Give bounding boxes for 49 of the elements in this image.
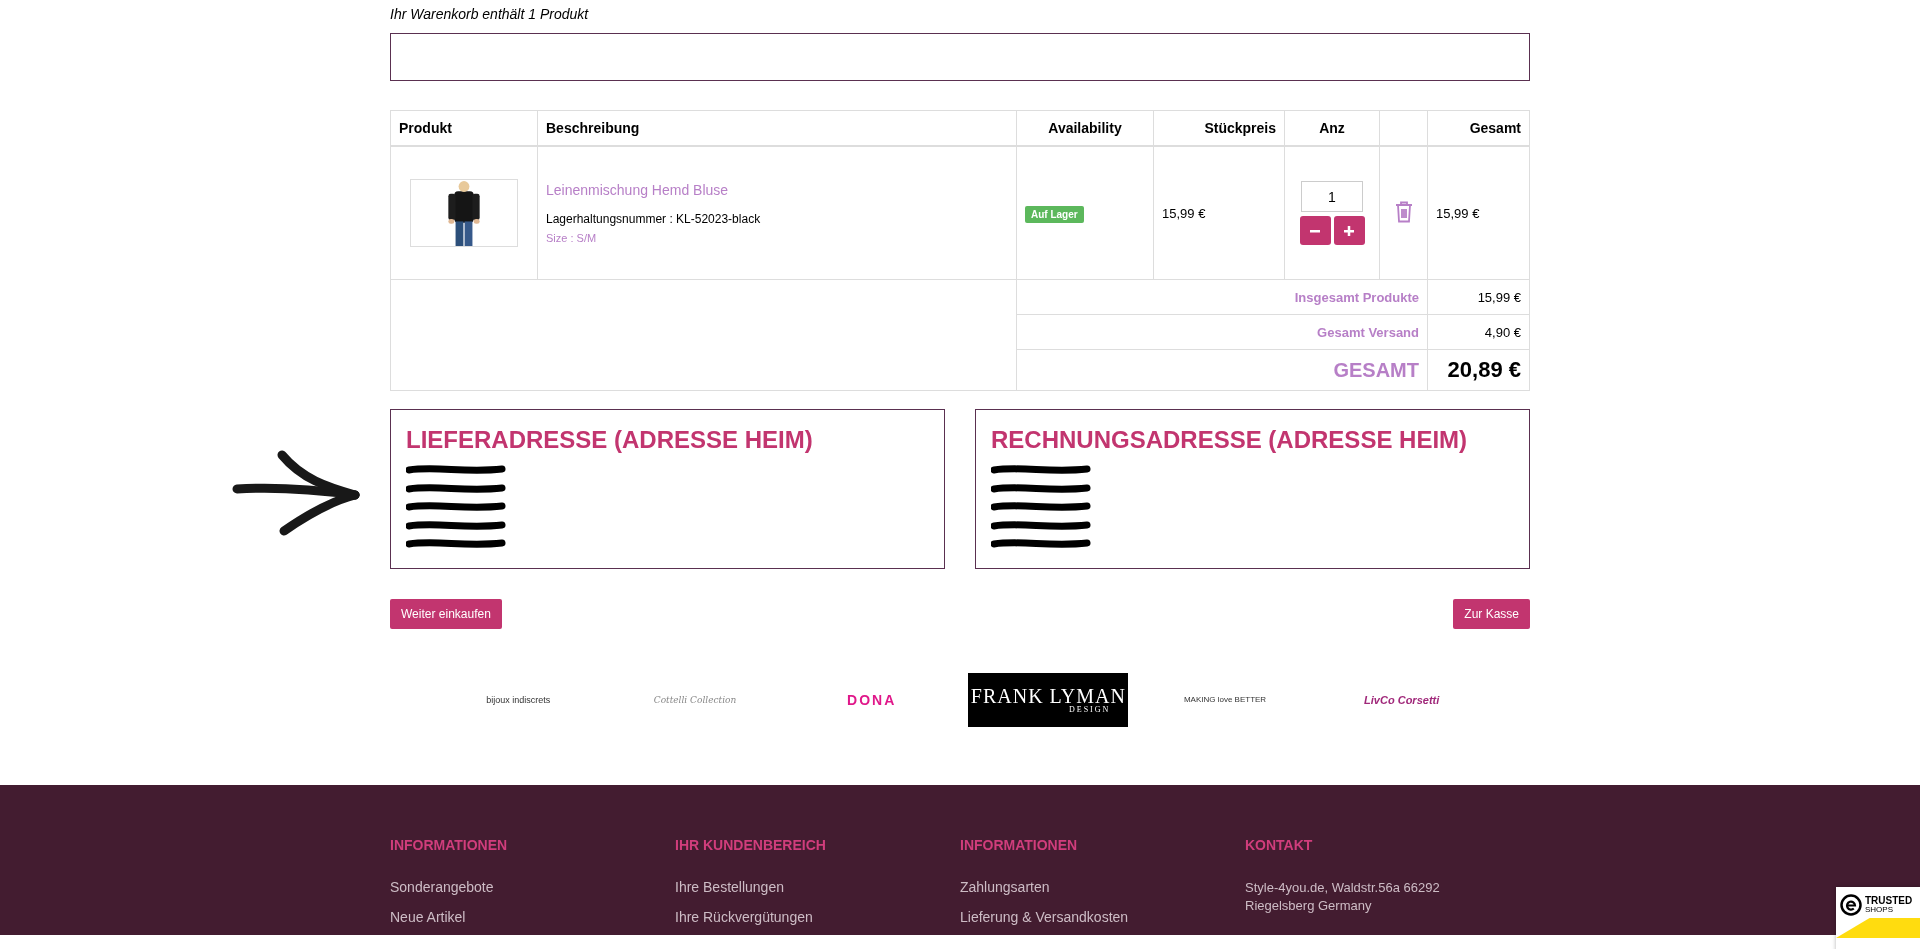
footer-link[interactable]: Lieferung & Versandkosten — [960, 909, 1129, 925]
trash-icon — [1394, 200, 1413, 223]
grand-total-value: 20,89 € — [1447, 357, 1521, 382]
column-header: Produkt — [399, 120, 452, 136]
brand-logo[interactable]: LivCo Corsetti — [1364, 694, 1440, 706]
footer-heading: INFORMATIONEN — [390, 837, 508, 853]
column-header: Beschreibung — [546, 120, 640, 136]
footer-link[interactable]: Sonderangebote — [390, 879, 494, 895]
size-text: Size : S/M — [546, 232, 598, 244]
contact-text: Style-4you.de, Waldstr.56a 66292 Riegelsberg Germany — [1245, 879, 1441, 915]
stock-badge: Auf Lager — [1025, 205, 1084, 223]
address-title: LIEFERADRESSE (ADRESSE HEIM) — [406, 426, 814, 454]
column-header: Stückpreis — [1204, 120, 1276, 136]
quantity-field[interactable]: 1 — [1301, 181, 1363, 212]
trust-badge[interactable]: TRUSTED SHOPS — [1836, 887, 1920, 949]
footer-heading: INFORMATIONEN — [960, 837, 1078, 853]
brand-logo[interactable]: DONA — [847, 693, 897, 707]
delete-button[interactable] — [1394, 200, 1413, 223]
brand-logo[interactable]: FRANK LYMAN DESIGN — [968, 673, 1129, 727]
total-value: 4,90 € — [1484, 324, 1521, 340]
continue-shopping-button[interactable]: Weiter einkaufen — [390, 599, 502, 629]
footer-heading: KONTAKT — [1245, 837, 1313, 853]
total-label: Insgesamt Produkte — [1294, 289, 1419, 305]
trust-subtitle: SHOPS — [1865, 906, 1894, 914]
trust-title: TRUSTED — [1865, 896, 1913, 906]
address-title: RECHNUNGSADRESSE (ADRESSE HEIM) — [991, 426, 1469, 454]
column-header: Anz — [1319, 120, 1345, 136]
cart-summary: Ihr Warenkorb enthält 1 Produkt — [390, 5, 590, 24]
decrease-button[interactable] — [1299, 216, 1331, 245]
column-header: Availability — [1048, 120, 1122, 136]
footer-link[interactable]: Zahlungsarten — [960, 879, 1050, 895]
footer-link[interactable]: Ihre Bestellungen — [675, 879, 784, 895]
total-label: Gesamt Versand — [1317, 324, 1419, 340]
brand-logo[interactable]: Cottelli Collection — [653, 695, 737, 705]
footer-link[interactable]: Ihre Rückvergütungen — [675, 909, 813, 925]
footer-link[interactable]: Neue Artikel — [390, 909, 466, 925]
sku-text: Lagerhaltungsnummer : KL-52023-black — [546, 212, 762, 226]
column-header: Gesamt — [1469, 120, 1521, 136]
grand-total-label: GESAMT — [1333, 358, 1419, 381]
total-value: 15,99 € — [1477, 289, 1521, 305]
seal-icon — [1840, 894, 1862, 916]
plus-icon — [1344, 225, 1354, 236]
footer-heading: IHR KUNDENBEREICH — [675, 837, 826, 853]
brand-logo[interactable]: MAKING love BETTER — [1183, 696, 1267, 704]
brand-logo[interactable]: bijoux indiscrets — [486, 695, 551, 705]
increase-button[interactable] — [1333, 216, 1365, 245]
line-total: 15,99 € — [1436, 205, 1480, 221]
checkout-button[interactable]: Zur Kasse — [1453, 599, 1530, 629]
unit-price: 15,99 € — [1162, 205, 1206, 221]
